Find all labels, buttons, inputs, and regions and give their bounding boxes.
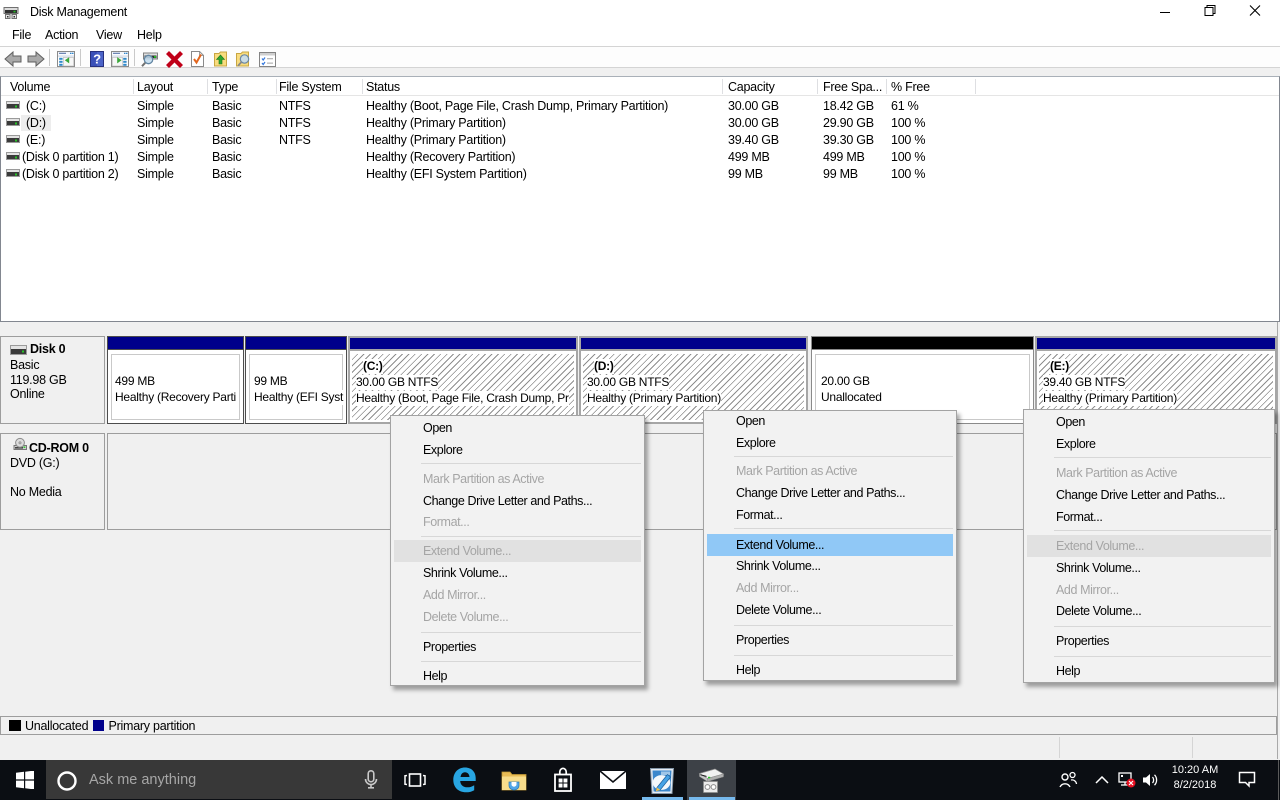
svg-text:?: ? <box>93 52 101 67</box>
